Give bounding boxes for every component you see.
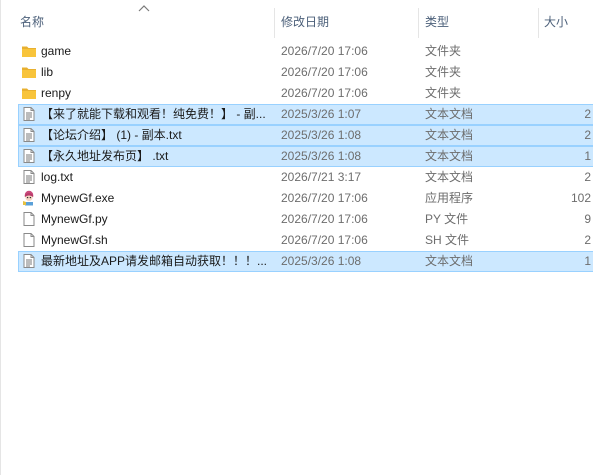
- file-modified-date: 2025/3/26 1:07: [281, 107, 362, 121]
- file-name: MynewGf.sh: [41, 233, 108, 247]
- file-type: 文件夹: [425, 86, 462, 100]
- file-modified-date: 2025/3/26 1:08: [281, 149, 362, 163]
- file-type: PY 文件: [425, 212, 469, 226]
- file-row-3[interactable]: renpy 2026/7/20 17:06 文件夹: [18, 83, 593, 104]
- text-file-icon: [21, 127, 37, 143]
- folder-icon: [21, 85, 37, 101]
- file-modified-date: 2026/7/20 17:06: [281, 65, 368, 79]
- file-size: 2: [584, 170, 591, 184]
- file-type: 文件夹: [425, 44, 462, 58]
- column-header-bar: 名称 修改日期 类型 大小: [1, 0, 593, 40]
- file-modified-date: 2026/7/20 17:06: [281, 191, 368, 205]
- column-divider[interactable]: [418, 8, 419, 38]
- file-size: 2: [584, 233, 591, 247]
- file-modified-date: 2026/7/20 17:06: [281, 212, 368, 226]
- file-name: lib: [41, 65, 54, 79]
- file-size: 1: [584, 254, 591, 268]
- file-name: MynewGf.exe: [41, 191, 115, 205]
- file-row-9[interactable]: MynewGf.py 2026/7/20 17:06 PY 文件 9: [18, 209, 593, 230]
- file-name: game: [41, 44, 72, 58]
- file-type: 文本文档: [425, 128, 474, 142]
- file-name: renpy: [41, 86, 72, 100]
- file-type: 文本文档: [425, 149, 474, 163]
- file-type: 文件夹: [425, 65, 462, 79]
- file-size: [538, 41, 591, 62]
- file-type: 文本文档: [425, 107, 474, 121]
- column-divider[interactable]: [538, 8, 539, 38]
- file-name: 【来了就能下载和观看！纯免费！】 - 副...: [41, 107, 266, 121]
- text-file-icon: [21, 106, 37, 122]
- file-row-6[interactable]: 【永久地址发布页】 .txt 2025/3/26 1:08 文本文档 1: [18, 146, 593, 167]
- column-divider[interactable]: [274, 8, 275, 38]
- column-header-size[interactable]: 大小: [544, 14, 568, 30]
- file-row-2[interactable]: lib 2026/7/20 17:06 文件夹: [18, 62, 593, 83]
- file-size: 102: [570, 191, 591, 205]
- file-modified-date: 2026/7/21 3:17: [281, 170, 362, 184]
- file-type: 文本文档: [425, 170, 474, 184]
- file-name: 【永久地址发布页】 .txt: [41, 149, 169, 163]
- column-header-type[interactable]: 类型: [425, 14, 449, 30]
- file-row-1[interactable]: game 2026/7/20 17:06 文件夹: [18, 41, 593, 62]
- file-size: 1: [584, 149, 591, 163]
- file-size: [538, 83, 591, 104]
- text-file-icon: [21, 253, 37, 269]
- file-row-4[interactable]: 【来了就能下载和观看！纯免费！】 - 副... 2025/3/26 1:07 文…: [18, 104, 593, 125]
- file-size: 2: [584, 128, 591, 142]
- column-header-date[interactable]: 修改日期: [281, 14, 329, 30]
- file-row-11[interactable]: 最新地址及APP请发邮箱自动获取！！！... 2025/3/26 1:08 文本…: [18, 251, 593, 272]
- file-row-10[interactable]: MynewGf.sh 2026/7/20 17:06 SH 文件 2: [18, 230, 593, 251]
- file-row-5[interactable]: 【论坛介绍】 (1) - 副本.txt 2025/3/26 1:08 文本文档 …: [18, 125, 593, 146]
- text-file-icon: [21, 148, 37, 164]
- file-explorer-window: 名称 修改日期 类型 大小 game 2026/7/20 17:06 文件夹 l…: [0, 0, 593, 475]
- text-file-icon: [21, 169, 37, 185]
- file-size: 9: [584, 212, 591, 226]
- file-size: [538, 62, 591, 83]
- file-modified-date: 2026/7/20 17:06: [281, 44, 368, 58]
- file-modified-date: 2026/7/20 17:06: [281, 233, 368, 247]
- sort-ascending-icon: [138, 5, 150, 12]
- file-row-8[interactable]: MynewGf.exe 2026/7/20 17:06 应用程序 102: [18, 188, 593, 209]
- folder-icon: [21, 43, 37, 59]
- blank-file-icon: [21, 232, 37, 248]
- file-name: 【论坛介绍】 (1) - 副本.txt: [41, 128, 182, 142]
- file-modified-date: 2025/3/26 1:08: [281, 254, 362, 268]
- app-exe-icon: [21, 190, 37, 206]
- file-size: 2: [584, 107, 591, 121]
- file-type: SH 文件: [425, 233, 470, 247]
- file-name: MynewGf.py: [41, 212, 108, 226]
- blank-file-icon: [21, 211, 37, 227]
- file-type: 应用程序: [425, 191, 474, 205]
- file-name: 最新地址及APP请发邮箱自动获取！！！...: [41, 254, 268, 268]
- file-name: log.txt: [41, 170, 74, 184]
- file-row-7[interactable]: log.txt 2026/7/21 3:17 文本文档 2: [18, 167, 593, 188]
- file-modified-date: 2026/7/20 17:06: [281, 86, 368, 100]
- file-modified-date: 2025/3/26 1:08: [281, 128, 362, 142]
- file-type: 文本文档: [425, 254, 474, 268]
- column-header-name[interactable]: 名称: [20, 14, 44, 30]
- folder-icon: [21, 64, 37, 80]
